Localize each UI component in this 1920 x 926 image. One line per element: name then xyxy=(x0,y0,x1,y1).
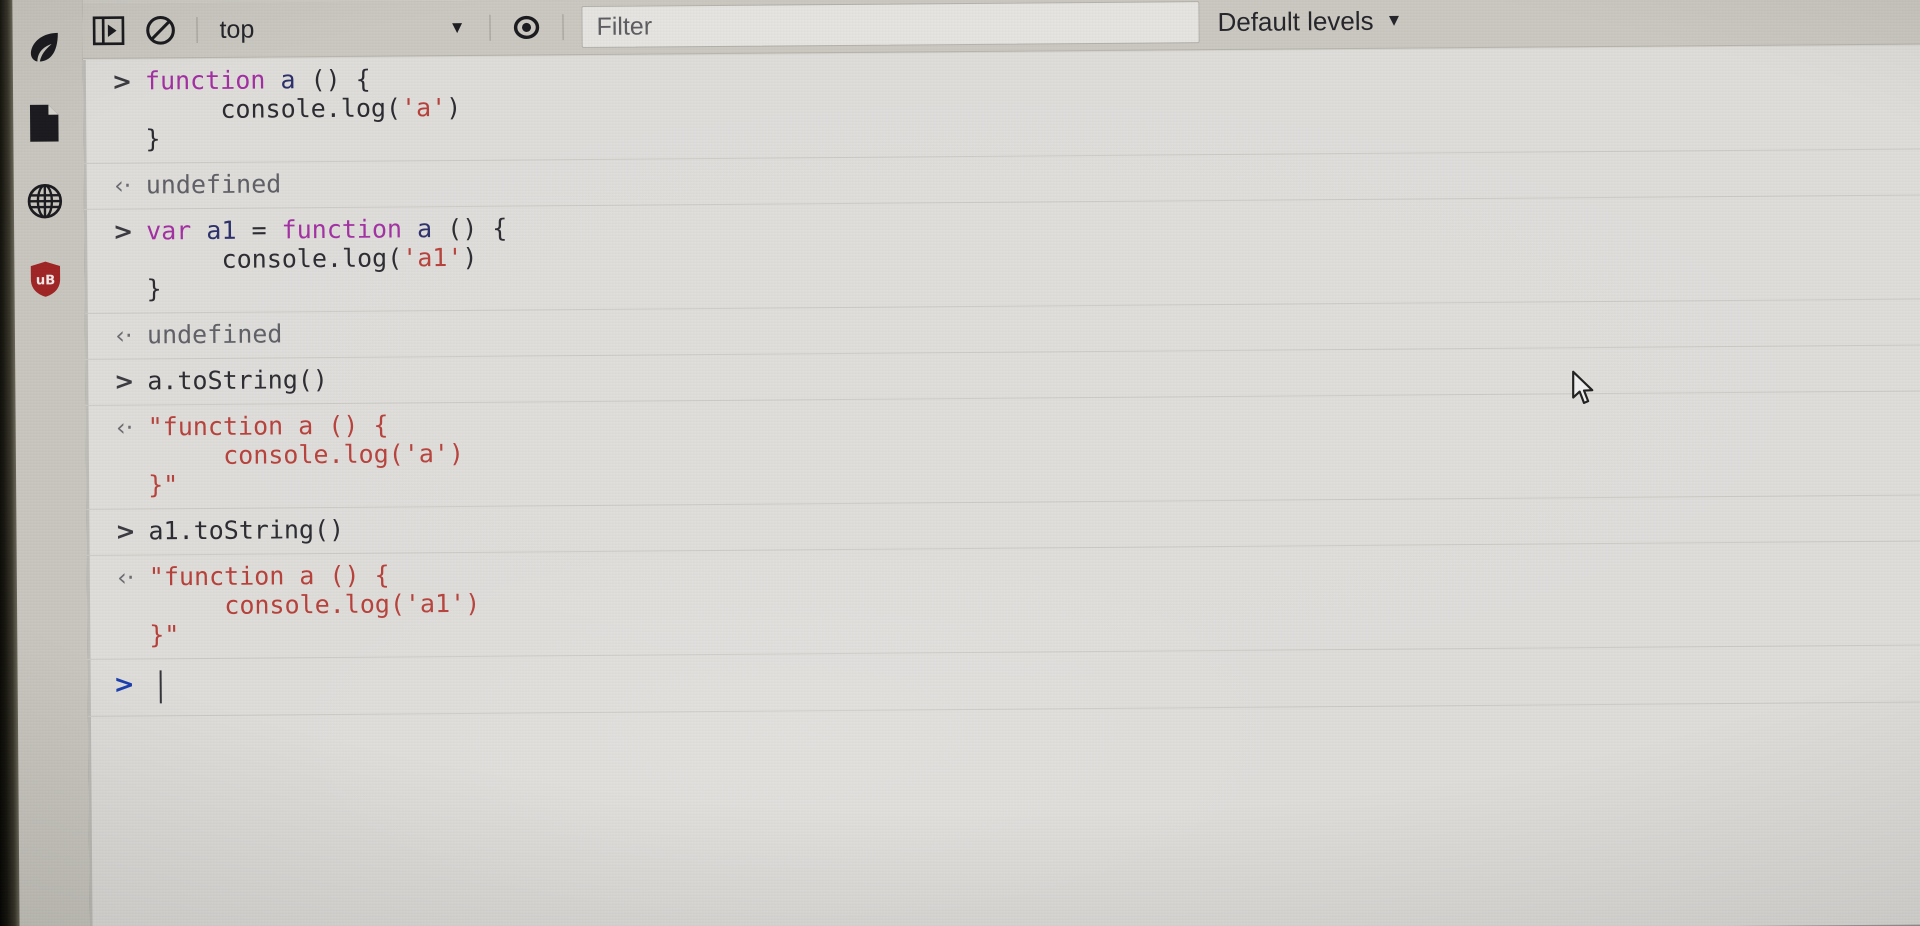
console-input-message[interactable]: > var a1 = function a () { console.log('a… xyxy=(83,195,1920,314)
code-token: "function a () { xyxy=(148,560,390,592)
code-token: console.log('a1') xyxy=(148,588,481,621)
code-token: a1 xyxy=(206,215,237,245)
input-sigil-icon: > xyxy=(114,367,135,396)
prompt-chevron-icon: > xyxy=(113,669,135,699)
toolbar-divider xyxy=(196,17,198,44)
console-output-message[interactable]: ‹· "function a () { console.log('a') }" xyxy=(85,391,1920,510)
input-sigil-icon: > xyxy=(112,217,134,246)
console-message-text: var a1 = function a () { console.log('a1… xyxy=(84,202,1920,304)
code-token: function xyxy=(144,65,266,96)
code-token: = xyxy=(236,215,282,245)
page-icon[interactable] xyxy=(20,99,68,147)
input-sigil-icon: > xyxy=(115,517,136,546)
log-levels-dropdown[interactable]: Default levels ▼ xyxy=(1217,5,1402,37)
console-entries: > function a () { console.log('a') } ‹· und… xyxy=(82,45,1920,660)
console-message-text: a.toString() xyxy=(85,352,1920,396)
console-message-text: undefined xyxy=(84,156,1920,200)
code-token: console.log( xyxy=(146,243,403,275)
leaf-icon[interactable] xyxy=(19,23,67,71)
sidebar-toggle-button[interactable] xyxy=(82,7,134,55)
toolbar-divider-2 xyxy=(489,14,491,41)
chevron-down-icon: ▼ xyxy=(448,17,466,38)
code-token: a.toString() xyxy=(147,365,329,396)
console-message-text: a1.toString() xyxy=(86,502,1920,546)
console-output-message[interactable]: ‹· "function a () { console.log('a1') }" xyxy=(86,541,1920,660)
code-token: a xyxy=(280,65,296,95)
code-token: var xyxy=(146,216,192,246)
code-token: } xyxy=(145,124,161,154)
output-sigil-icon: ‹· xyxy=(115,321,133,350)
console-message-list[interactable]: > function a () { console.log('a') } ‹· und… xyxy=(82,45,1920,926)
console-message-text: function a () { console.log('a') } xyxy=(83,52,1920,154)
svg-text:uB: uB xyxy=(36,273,55,288)
live-expression-eye-icon[interactable] xyxy=(500,3,552,51)
code-token: 'a1' xyxy=(402,242,463,273)
code-token: function xyxy=(281,214,403,245)
code-token: ) xyxy=(462,242,478,272)
globe-icon[interactable] xyxy=(21,177,69,225)
chevron-down-icon-levels: ▼ xyxy=(1385,10,1403,30)
code-token: }" xyxy=(148,470,179,500)
output-sigil-icon: ‹· xyxy=(114,171,132,200)
code-token: () { xyxy=(295,64,371,95)
text-caret xyxy=(159,670,162,704)
output-sigil-icon: ‹· xyxy=(115,413,134,442)
code-token: () { xyxy=(432,213,508,244)
code-token: console.log( xyxy=(145,93,402,125)
console-message-text: "function a () { console.log('a1') }" xyxy=(87,548,1920,650)
console-message-text: "function a () { console.log('a') }" xyxy=(86,398,1920,500)
clear-console-button[interactable] xyxy=(134,6,186,54)
code-token: ) xyxy=(446,92,462,123)
code-token: "function a () { xyxy=(147,410,389,442)
filter-input[interactable]: Filter xyxy=(581,1,1200,49)
ublock-icon[interactable]: uB xyxy=(21,255,69,303)
execution-context-select[interactable]: top ▼ xyxy=(207,5,479,53)
photographed-screen: uB top ▼ Filter Default levels ▼ > funct… xyxy=(0,0,1920,926)
code-token: console.log('a') xyxy=(147,438,465,471)
code-token: undefined xyxy=(145,169,282,200)
execution-context-value: top xyxy=(219,15,255,44)
toolbar-divider-3 xyxy=(562,14,564,41)
code-token: }" xyxy=(149,620,180,650)
code-token: 'a' xyxy=(400,93,447,123)
filter-placeholder: Filter xyxy=(596,11,653,41)
output-sigil-icon: ‹· xyxy=(117,563,135,592)
console-input-message[interactable]: > function a () { console.log('a') } xyxy=(82,45,1920,164)
log-levels-label: Default levels xyxy=(1217,5,1374,37)
input-sigil-icon: > xyxy=(111,67,133,96)
console-message-text: undefined xyxy=(85,306,1920,350)
code-token: undefined xyxy=(146,319,283,350)
code-token: } xyxy=(146,274,162,304)
code-token: a1.toString() xyxy=(148,514,345,546)
devtools-panel: top ▼ Filter Default levels ▼ > function… xyxy=(82,0,1920,926)
code-token: a xyxy=(416,214,433,244)
